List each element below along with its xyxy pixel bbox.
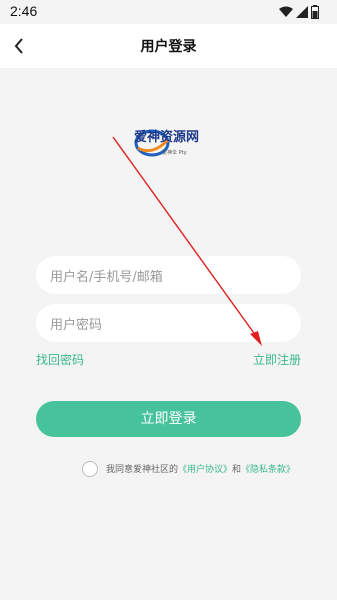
- logo-text: 爱神资源网: [134, 129, 199, 145]
- agreement-and: 和: [232, 465, 242, 475]
- privacy-policy-link[interactable]: 《隐私条款》: [241, 465, 295, 475]
- logo-subtext: 爱神伞 Pty: [162, 149, 187, 156]
- password-placeholder: 用户密码: [50, 318, 103, 333]
- status-icons: [279, 4, 319, 20]
- signal-icon: [296, 6, 308, 18]
- bottom-bar: [0, 590, 337, 600]
- register-link[interactable]: 立即注册: [253, 351, 301, 368]
- wifi-icon: [279, 6, 293, 17]
- username-placeholder: 用户名/手机号/邮箱: [50, 270, 163, 285]
- header-bar: 用户登录: [0, 24, 337, 68]
- password-input[interactable]: 用户密码: [36, 304, 301, 342]
- app-logo: 爱神资源网 爱神伞 Pty: [132, 126, 212, 160]
- agreement-text: 我同意爱神社区的《用户协议》和《隐私条款》: [106, 462, 295, 475]
- agree-checkbox[interactable]: [82, 461, 98, 477]
- status-time: 2:46: [10, 3, 38, 19]
- user-agreement-link[interactable]: 《用户协议》: [178, 465, 232, 475]
- agreement-prefix: 我同意爱神社区的: [106, 465, 179, 475]
- username-input[interactable]: 用户名/手机号/邮箱: [36, 256, 301, 294]
- status-bar: 2:46: [0, 0, 337, 24]
- page-title: 用户登录: [140, 39, 197, 55]
- forgot-password-link[interactable]: 找回密码: [36, 351, 84, 368]
- login-button[interactable]: 立即登录: [36, 401, 301, 437]
- annotation-arrow: [112, 136, 262, 346]
- battery-icon: [311, 5, 319, 19]
